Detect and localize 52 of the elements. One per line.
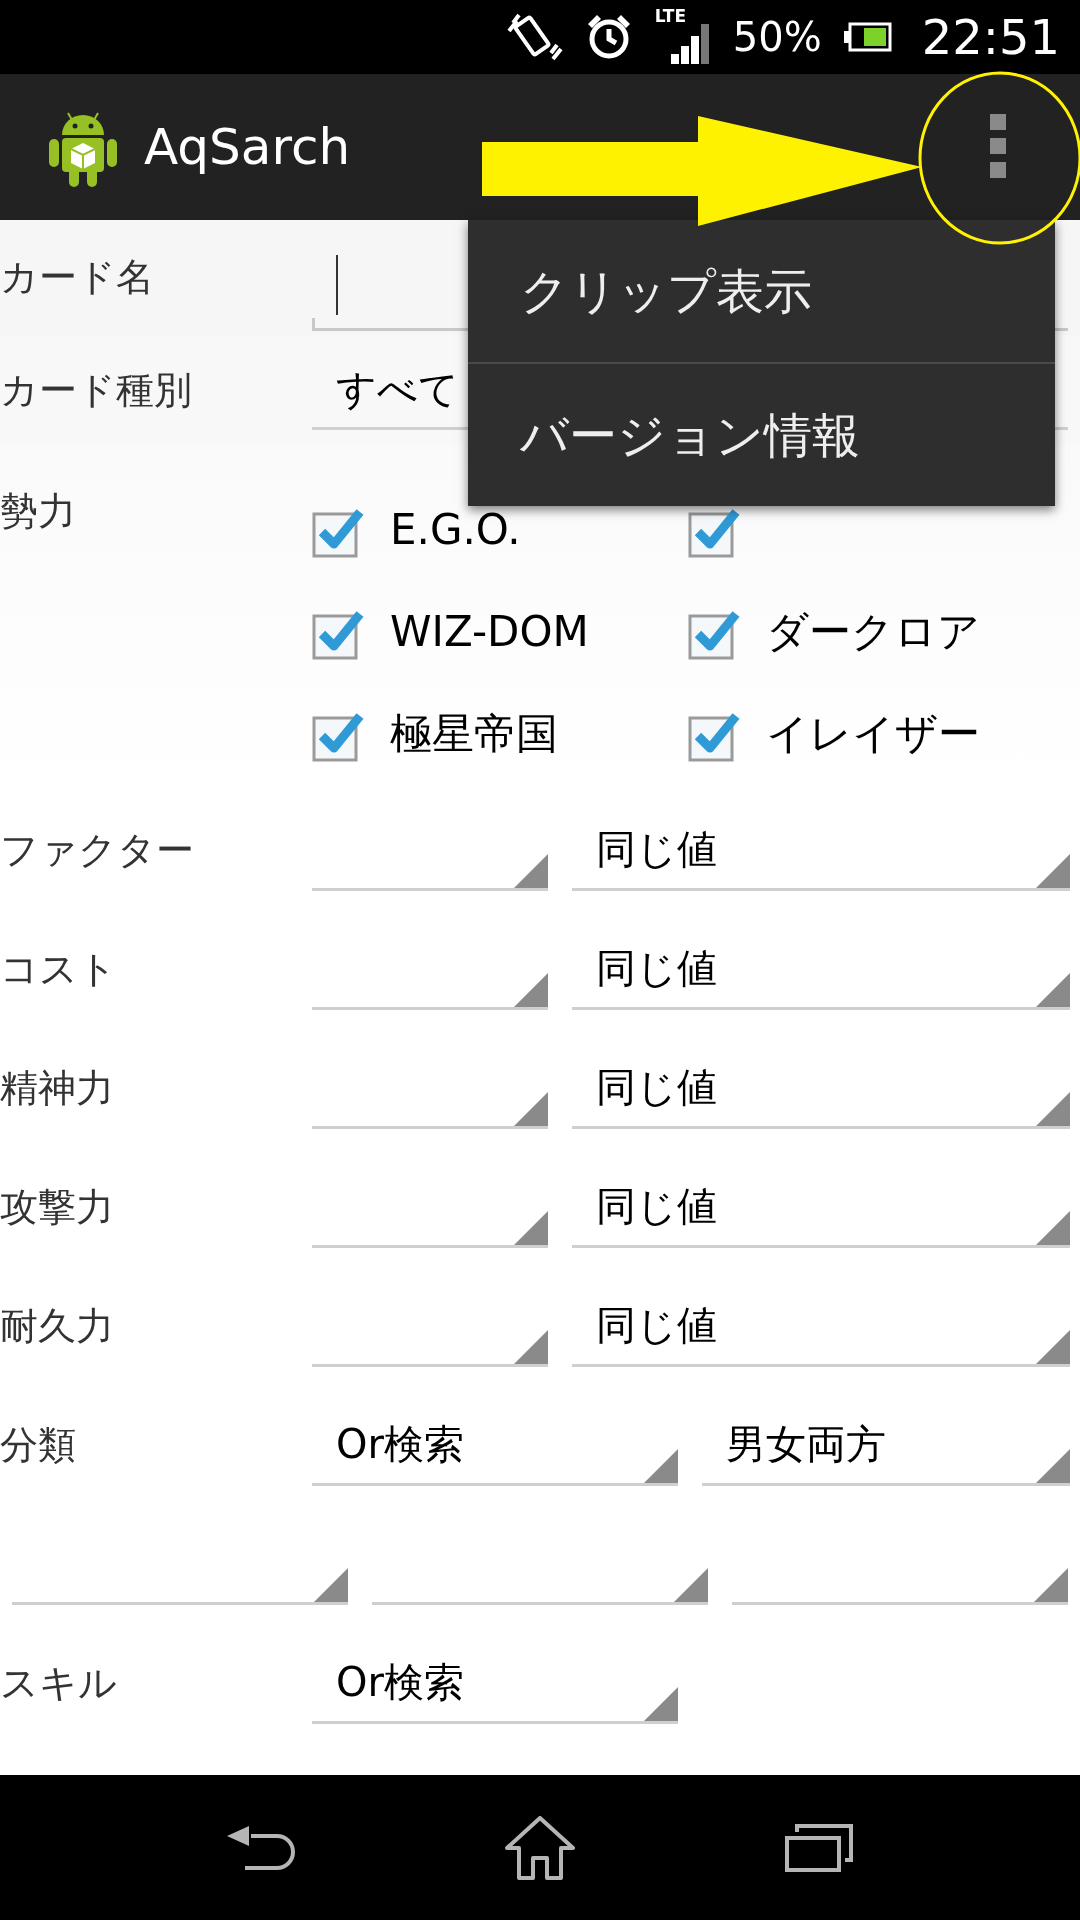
dropdown-triangle-icon	[314, 1567, 348, 1602]
dropdown-triangle-icon	[514, 1329, 548, 1364]
checkbox-label[interactable]: E.G.O.	[390, 509, 521, 551]
home-icon[interactable]	[505, 1815, 575, 1880]
dropdown[interactable]: 同じ値	[572, 1286, 1070, 1367]
menu-item[interactable]: クリップ表示	[468, 220, 1055, 362]
field-label: 分類	[0, 1422, 77, 1469]
checkbox-label[interactable]: WIZ-DOM	[390, 611, 589, 653]
field-label: 耐久力	[0, 1303, 115, 1350]
menu-item[interactable]: バージョン情報	[468, 364, 1055, 506]
field-label: カード種別	[0, 366, 193, 414]
dropdown-triangle-icon	[514, 1210, 548, 1245]
checkbox-label[interactable]: イレイザー	[766, 713, 980, 755]
field-label: カード名	[0, 254, 155, 301]
dropdown[interactable]: 同じ値	[572, 1048, 1070, 1129]
battery-icon	[843, 22, 892, 52]
dropdown-triangle-icon	[1036, 1448, 1070, 1483]
dropdown-triangle-icon	[514, 1091, 548, 1126]
field-label: 勢力	[0, 488, 77, 535]
checkbox-label[interactable]: ダークロア	[766, 611, 980, 653]
battery-percent: 50%	[732, 17, 822, 57]
dropdown-triangle-icon	[644, 1448, 678, 1483]
recent-apps-icon[interactable]	[785, 1823, 855, 1872]
dropdown[interactable]: 同じ値	[572, 1167, 1070, 1248]
network-type: LTE	[654, 8, 686, 25]
signal-icon	[670, 24, 711, 64]
vibrate-icon	[506, 11, 563, 63]
dropdown[interactable]: 同じ値	[572, 929, 1070, 1010]
field-label: 攻撃力	[0, 1184, 115, 1231]
app-title: AqSarch	[144, 116, 351, 178]
field-label: コスト	[0, 946, 118, 993]
dropdown[interactable]: 男女両方	[702, 1405, 1070, 1486]
clock: 22:51	[921, 13, 1060, 61]
dropdown-triangle-icon	[1034, 1567, 1068, 1602]
dropdown-triangle-icon	[1036, 972, 1070, 1007]
field-label: スキル	[0, 1660, 118, 1707]
field-label: ファクター	[0, 827, 195, 874]
dropdown-triangle-icon	[514, 853, 548, 888]
dropdown-triangle-icon	[514, 972, 548, 1007]
dropdown[interactable]: 同じ値	[572, 810, 1070, 891]
dropdown-triangle-icon	[1036, 1091, 1070, 1126]
dropdown-triangle-icon	[1036, 1210, 1070, 1245]
checkbox-label[interactable]: 極星帝国	[390, 713, 558, 755]
field-label: 精神力	[0, 1065, 115, 1112]
back-icon[interactable]	[225, 1823, 295, 1872]
dropdown-triangle-icon	[1036, 1329, 1070, 1364]
more-vertical-icon	[990, 114, 1006, 178]
dropdown-triangle-icon	[674, 1567, 708, 1602]
dropdown[interactable]: Or検索	[312, 1405, 678, 1486]
dropdown[interactable]: Or検索	[312, 1643, 678, 1724]
dropdown-triangle-icon	[644, 1686, 678, 1721]
dropdown-triangle-icon	[1036, 853, 1070, 888]
